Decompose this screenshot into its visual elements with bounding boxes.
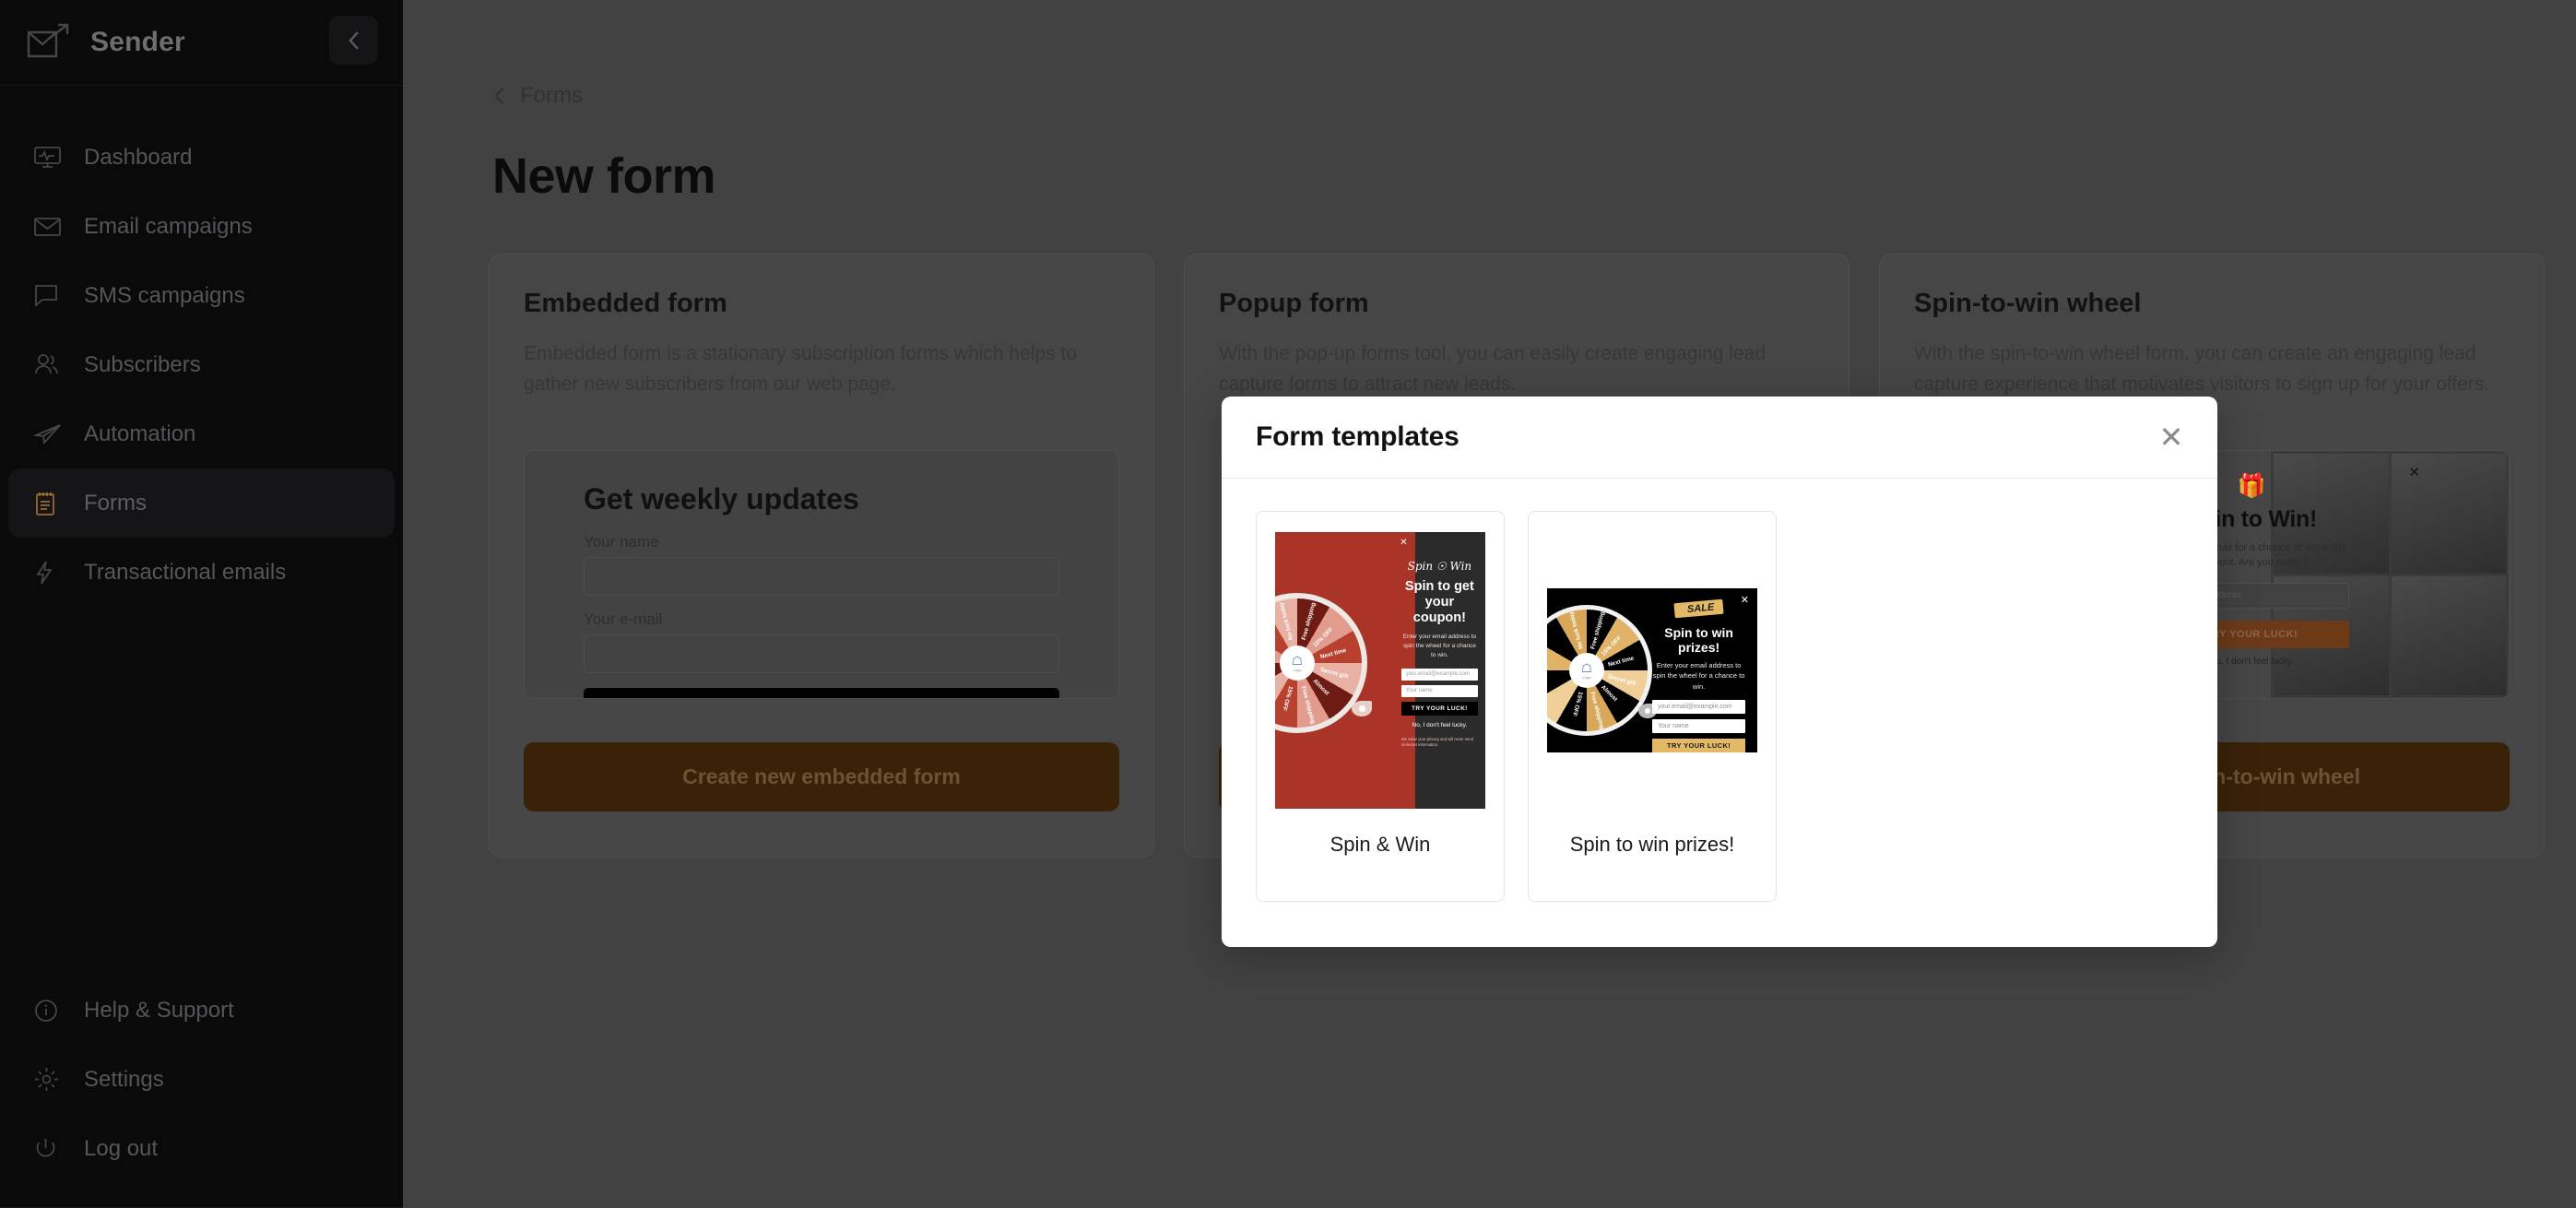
logo-icon: ☖ [1581, 660, 1592, 675]
close-icon: ✕ [1740, 595, 1749, 606]
preview-name-input: Your name [1400, 684, 1478, 697]
sidebar: Sender Dashboard Email campaigns SMS cam… [0, 0, 403, 1208]
sidebar-item-label: Email campaigns [84, 213, 253, 239]
wheel-segment-label: Almost [1600, 683, 1619, 704]
paper-plane-icon [33, 419, 68, 450]
wheel-segment-label: Next time [1607, 655, 1636, 669]
wheel-segment-label: Next time [1319, 646, 1347, 661]
wheel-hub-label: Logo [1582, 674, 1591, 680]
sidebar-item-email-campaigns[interactable]: Email campaigns [8, 192, 395, 261]
wheel-segment-label: No luck today [1278, 601, 1295, 641]
chat-bubble-icon [33, 280, 68, 312]
modal-body: Free shipping 15% OFF Next time Secret g… [1222, 479, 2217, 947]
gear-icon [33, 1064, 68, 1095]
sidebar-collapse-button[interactable] [329, 16, 378, 65]
brand-name: Sender [90, 27, 185, 57]
template-thumbnail: Free shipping 15% OFF Next time Secret g… [1275, 532, 1485, 809]
template-name: Spin & Win [1329, 833, 1431, 856]
wheel-hub: ☖ Logo [1280, 645, 1315, 681]
lightning-bolt-icon [33, 557, 68, 588]
sidebar-item-help-support[interactable]: Help & Support [8, 976, 395, 1045]
preview-decline-link: No, I don't feel lucky. [1412, 721, 1468, 728]
wheel-pointer [1352, 701, 1372, 717]
wheel-segment-label: Almost [1311, 678, 1330, 697]
modal-header: Form templates ✕ [1222, 397, 2217, 479]
spin-and-win-preview: Free shipping 15% OFF Next time Secret g… [1275, 532, 1485, 809]
sidebar-item-label: Automation [84, 420, 196, 446]
wheel-segment-label: Free shipping [1589, 610, 1606, 650]
logo-icon: ☖ [1292, 653, 1303, 668]
preview-email-input: your.email@example.com [1652, 699, 1746, 714]
preview-cta-button: TRY YOUR LUCK! [1652, 738, 1746, 752]
preview-subheading: Enter your email address to spin the whe… [1652, 661, 1745, 691]
modal-title: Form templates [1256, 421, 1459, 452]
info-circle-icon [33, 995, 68, 1026]
sidebar-item-transactional-emails[interactable]: Transactional emails [8, 538, 395, 607]
sale-badge: SALE [1673, 598, 1724, 619]
sidebar-item-label: Subscribers [84, 351, 201, 377]
sidebar-item-label: SMS campaigns [84, 282, 245, 308]
sidebar-footer: Help & Support Settings Log out [0, 976, 403, 1207]
close-icon[interactable]: ✕ [2153, 419, 2190, 456]
main-content: Forms New form Embedded form Embedded fo… [403, 0, 2576, 1208]
wheel-segment-label: Free shipping [1299, 685, 1317, 725]
preview-subheading: Enter your email address to spin the whe… [1402, 634, 1477, 658]
wheel-graphic: Free shipping 15% OFF Next time Secret g… [1275, 593, 1372, 733]
preview-heading: Spin to get your coupon! [1404, 579, 1474, 626]
preview-email-input: your.email@example.com [1400, 668, 1478, 681]
sidebar-item-forms[interactable]: Forms [8, 468, 395, 538]
sidebar-item-sms-campaigns[interactable]: SMS campaigns [8, 261, 395, 330]
preview-fine-print: We value your privacy and will never sen… [1400, 736, 1473, 747]
sidebar-item-automation[interactable]: Automation [8, 399, 395, 468]
clipboard-icon [33, 488, 68, 519]
sidebar-header: Sender [0, 0, 403, 86]
preview-name-input: Your name [1652, 718, 1746, 733]
preview-panel: Free shipping 15% OFF Next time Secret g… [1275, 532, 1415, 809]
sidebar-item-label: Log out [84, 1135, 159, 1161]
spin-to-win-prizes-preview: Free shipping 15% OFF Next time Secret g… [1547, 588, 1757, 752]
wheel-segment-label: Free shipping [1589, 691, 1605, 730]
sidebar-item-label: Settings [84, 1066, 164, 1092]
preview-cta-button: TRY YOUR LUCK! [1400, 701, 1478, 716]
preview-brand-script: Spin ☉ Win [1407, 560, 1472, 573]
wheel-hub: ☖ Logo [1569, 653, 1604, 688]
power-icon [33, 1133, 68, 1165]
wheel-segment-label: Secret gift [1607, 673, 1637, 688]
chevron-left-icon [348, 30, 359, 50]
sidebar-item-dashboard[interactable]: Dashboard [8, 123, 395, 192]
sidebar-item-settings[interactable]: Settings [8, 1045, 395, 1114]
template-card-spin-and-win[interactable]: Free shipping 15% OFF Next time Secret g… [1256, 511, 1505, 902]
preview-backdrop: Free shipping 15% OFF Next time Secret g… [1547, 532, 1757, 809]
sidebar-item-label: Dashboard [84, 144, 193, 170]
sidebar-item-subscribers[interactable]: Subscribers [8, 330, 395, 399]
users-icon [33, 349, 68, 381]
sidebar-item-label: Transactional emails [84, 559, 287, 585]
sidebar-item-label: Forms [84, 490, 147, 515]
close-icon: ✕ [1400, 538, 1408, 548]
sidebar-nav: Dashboard Email campaigns SMS campaigns [0, 86, 403, 976]
wheel-hub-label: Logo [1293, 667, 1302, 672]
wheel-segment-label: 15% OFF [1600, 634, 1624, 657]
preview-body: Spin ☉ Win Spin to get your coupon! Ente… [1400, 560, 1485, 748]
prize-wheel: Free shipping 15% OFF Next time Secret g… [1275, 593, 1372, 733]
monitor-pulse-icon [33, 142, 68, 173]
sidebar-item-label: Help & Support [84, 997, 234, 1023]
form-templates-modal: Form templates ✕ Free shipping 15% OFF N… [1222, 397, 2217, 947]
sidebar-item-log-out[interactable]: Log out [8, 1114, 395, 1183]
wheel-segment-label: Free shipping [1300, 601, 1318, 641]
wheel-segment-label: 15% OFF [1312, 626, 1335, 649]
envelope-icon [33, 211, 68, 243]
template-card-spin-to-win-prizes[interactable]: Free shipping 15% OFF Next time Secret g… [1528, 511, 1777, 902]
template-name: Spin to win prizes! [1569, 833, 1735, 856]
preview-heading: Spin to win prizes! [1664, 625, 1733, 655]
wheel-segment-label: No luck today [1568, 610, 1585, 650]
preview-body: SALE Spin to win prizes! Enter your emai… [1652, 598, 1751, 752]
envelope-arrow-icon [20, 18, 77, 66]
wheel-segment-label: 15% OFF [1281, 685, 1294, 712]
wheel-graphic: Free shipping 15% OFF Next time Secret g… [1547, 605, 1657, 736]
wheel-segment-label: Secret gift [1319, 666, 1350, 681]
wheel-segment-label: 15% OFF [1570, 691, 1584, 717]
template-thumbnail: Free shipping 15% OFF Next time Secret g… [1547, 532, 1757, 809]
prize-wheel: Free shipping 15% OFF Next time Secret g… [1547, 605, 1657, 736]
